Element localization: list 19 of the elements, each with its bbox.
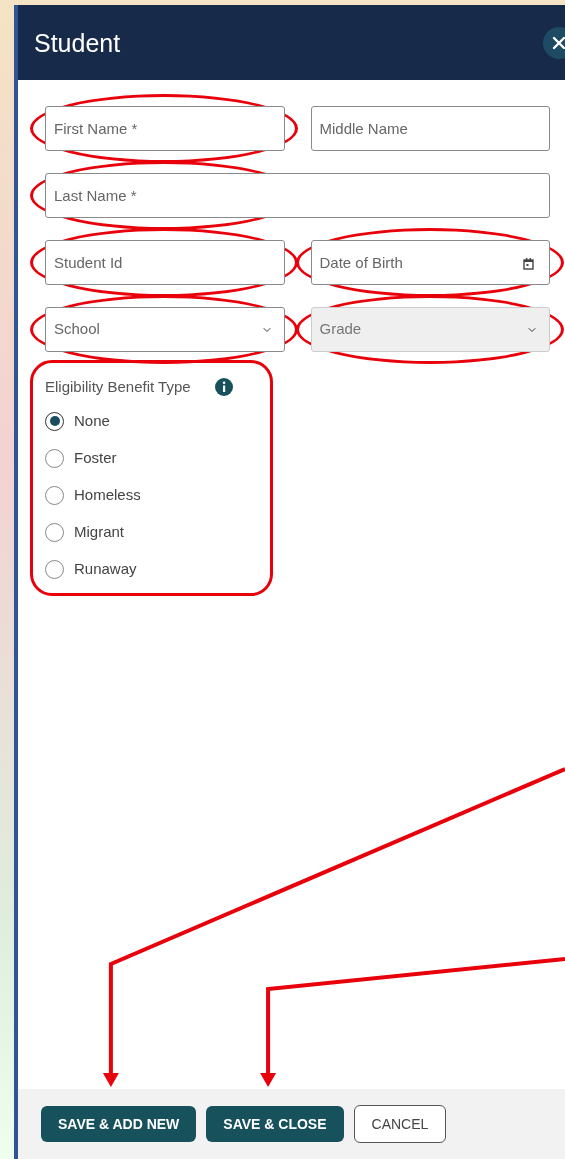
- save-button[interactable]: SAVE & ADD NEW: [41, 1106, 197, 1142]
- radio-option[interactable]: None: [45, 402, 550, 440]
- radio-option[interactable]: Runaway: [45, 550, 550, 588]
- dialog-title: Student: [34, 27, 121, 58]
- date-field[interactable]: Date of Birth: [310, 240, 550, 285]
- cancel-button[interactable]: CANCEL: [353, 1105, 447, 1143]
- group-label: Eligibility Benefit Type: [45, 377, 191, 397]
- close-icon: [552, 36, 565, 50]
- radio-option[interactable]: Foster: [45, 439, 550, 477]
- info-icon[interactable]: [214, 378, 233, 397]
- save-button[interactable]: SAVE & CLOSE: [206, 1106, 344, 1142]
- radio-option[interactable]: Migrant: [45, 513, 550, 551]
- input-field[interactable]: Student Id: [45, 240, 285, 285]
- input-field[interactable]: Last Name *: [45, 173, 550, 218]
- radio-option[interactable]: Homeless: [45, 476, 550, 514]
- select-field[interactable]: School: [45, 307, 285, 352]
- input-field[interactable]: Middle Name: [310, 106, 550, 151]
- calendar-icon[interactable]: [523, 258, 534, 270]
- input-field[interactable]: First Name *: [45, 106, 285, 151]
